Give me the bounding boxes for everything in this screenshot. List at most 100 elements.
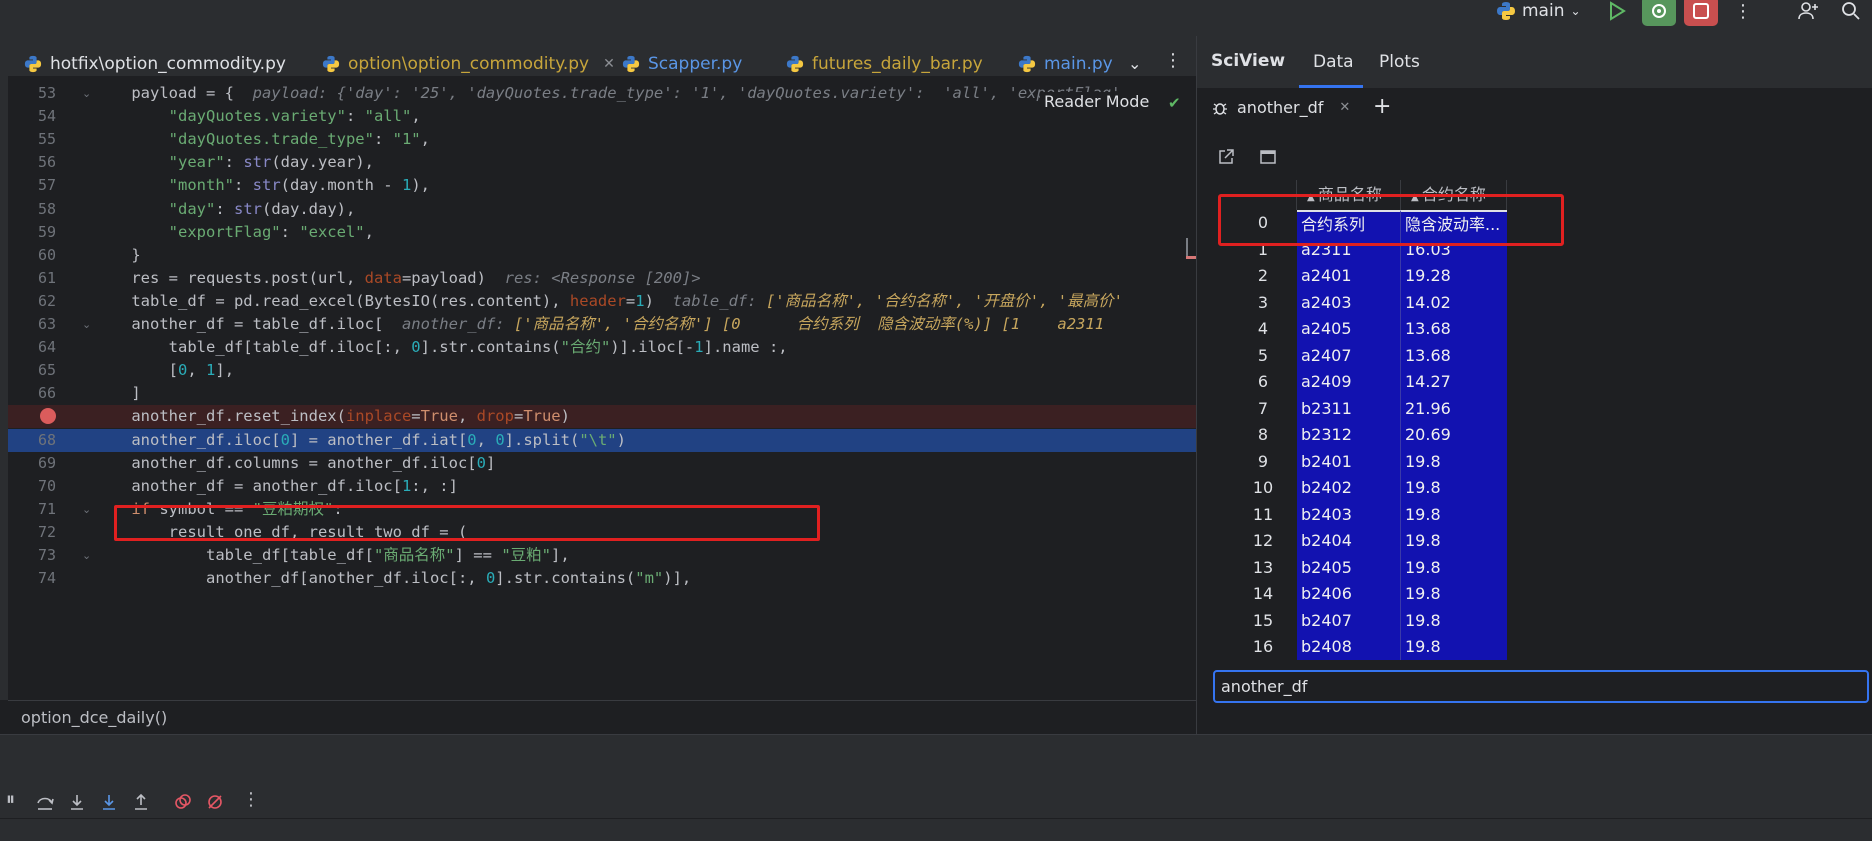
window-icon[interactable] — [1259, 148, 1277, 166]
fold-icon[interactable]: ⌄ — [82, 498, 91, 521]
cell-contract[interactable]: 13.68 — [1401, 316, 1507, 343]
cell-contract[interactable]: 19.8 — [1401, 581, 1507, 608]
table-row[interactable]: 16 b2408 19.8 — [1207, 634, 1507, 660]
code-line[interactable]: 61 res = requests.post(url, data=payload… — [8, 267, 1196, 290]
cell-commodity[interactable]: a2401 — [1297, 263, 1401, 290]
cell-commodity[interactable]: a2405 — [1297, 316, 1401, 343]
cell-contract[interactable]: 19.8 — [1401, 501, 1507, 528]
run-button[interactable] — [1600, 0, 1634, 26]
fold-icon[interactable]: ⌄ — [82, 82, 91, 105]
cell-contract[interactable]: 14.02 — [1401, 289, 1507, 316]
fold-icon[interactable]: ⌄ — [82, 544, 91, 567]
code-line[interactable]: 73 ⌄ table_df[table_df["商品名称"] == "豆粕"], — [8, 544, 1196, 567]
step-out-icon[interactable] — [132, 793, 150, 811]
table-row[interactable]: 10 b2402 19.8 — [1207, 475, 1507, 502]
close-tab-icon[interactable]: ✕ — [603, 56, 615, 72]
cell-commodity[interactable]: a2407 — [1297, 342, 1401, 369]
code-line[interactable]: 56 "year": str(day.year), — [8, 151, 1196, 174]
tab-data[interactable]: Data — [1313, 52, 1354, 72]
code-line[interactable]: 57 "month": str(day.month - 1), — [8, 174, 1196, 197]
table-row[interactable]: 4 a2405 13.68 — [1207, 316, 1507, 343]
chevron-down-icon[interactable]: ⌄ — [1128, 54, 1141, 73]
reader-mode-toggle[interactable]: Reader Mode — [1040, 92, 1154, 111]
tab-hotfix-option-commodity[interactable]: hotfix\option_commodity.py — [24, 50, 286, 78]
cell-commodity[interactable]: b2311 — [1297, 395, 1401, 422]
cell-contract[interactable]: 19.8 — [1401, 448, 1507, 475]
table-row[interactable]: 6 a2409 14.27 — [1207, 369, 1507, 396]
table-row[interactable]: 5 a2407 13.68 — [1207, 342, 1507, 369]
tab-plots[interactable]: Plots — [1379, 52, 1420, 72]
table-row[interactable]: 3 a2403 14.02 — [1207, 289, 1507, 316]
cell-commodity[interactable]: b2405 — [1297, 554, 1401, 581]
debug-button[interactable] — [1642, 0, 1676, 26]
code-line[interactable]: 69 another_df.columns = another_df.iloc[… — [8, 452, 1196, 475]
cell-contract[interactable]: 14.27 — [1401, 369, 1507, 396]
cell-commodity[interactable]: b2312 — [1297, 422, 1401, 449]
cell-commodity[interactable]: b2406 — [1297, 581, 1401, 608]
code-line[interactable]: 64 table_df[table_df.iloc[:, 0].str.cont… — [8, 336, 1196, 359]
view-breakpoints-icon[interactable] — [174, 793, 192, 811]
more-actions-icon[interactable]: ⋮ — [242, 789, 260, 810]
step-into-icon[interactable] — [68, 793, 86, 811]
table-row[interactable]: 12 b2404 19.8 — [1207, 528, 1507, 555]
cell-contract[interactable]: 13.68 — [1401, 342, 1507, 369]
more-tabs-button[interactable]: ⋮ — [1164, 50, 1182, 71]
tab-futures-daily-bar[interactable]: futures_daily_bar.py — [786, 50, 983, 78]
code-line[interactable]: another_df.reset_index(inplace=True, dro… — [8, 405, 1196, 429]
code-line[interactable]: 60 } — [8, 244, 1196, 267]
search-button[interactable] — [1834, 0, 1868, 26]
run-configuration-selector[interactable]: main ⌄ — [1496, 0, 1581, 22]
code-editor[interactable]: 53 ⌄ payload = { payload: {'day': '25', '… — [8, 76, 1196, 700]
code-line[interactable]: 70 another_df = another_df.iloc[1:, :] — [8, 475, 1196, 498]
add-icon[interactable]: + — [1373, 94, 1391, 119]
cell-contract[interactable]: 19.8 — [1401, 475, 1507, 502]
tab-scapper[interactable]: Scapper.py — [622, 50, 742, 78]
code-line[interactable]: 53 ⌄ payload = { payload: {'day': '25', '… — [8, 82, 1196, 105]
breadcrumb[interactable]: option_dce_daily() — [8, 700, 1196, 734]
cell-commodity[interactable]: b2401 — [1297, 448, 1401, 475]
table-row[interactable]: 13 b2405 19.8 — [1207, 554, 1507, 581]
code-line[interactable]: 74 another_df[another_df.iloc[:, 0].str.… — [8, 567, 1196, 590]
more-actions-button[interactable]: ⋮ — [1726, 0, 1760, 26]
code-line[interactable]: 59 "exportFlag": "excel", — [8, 221, 1196, 244]
cell-contract[interactable]: 19.8 — [1401, 528, 1507, 555]
dataframe-grid[interactable]: ▲ 商品名称 ▲ 合约名称 0 合约系列 隐含波动率... 1 a2311 16.03 2 a… — [1207, 180, 1507, 660]
cell-contract[interactable]: 21.96 — [1401, 395, 1507, 422]
table-row[interactable]: 8 b2312 20.69 — [1207, 422, 1507, 449]
open-external-icon[interactable] — [1217, 148, 1235, 166]
stop-button[interactable] — [1684, 0, 1718, 26]
code-line[interactable]: 66 ] — [8, 382, 1196, 405]
code-line[interactable]: 54 "dayQuotes.variety": "all", — [8, 105, 1196, 128]
pause-icon[interactable]: ⏸ — [6, 789, 15, 810]
dataframe-tab[interactable]: another_df ✕ — [1211, 98, 1350, 117]
step-over-icon[interactable] — [36, 793, 54, 811]
step-into-my-code-icon[interactable] — [100, 793, 118, 811]
code-line[interactable]: 58 "day": str(day.day), — [8, 198, 1196, 221]
table-row[interactable]: 15 b2407 19.8 — [1207, 607, 1507, 634]
cell-commodity[interactable]: b2408 — [1297, 634, 1401, 660]
code-line[interactable]: 65 [0, 1], — [8, 359, 1196, 382]
cell-contract[interactable]: 19.8 — [1401, 554, 1507, 581]
fold-icon[interactable]: ⌄ — [82, 313, 91, 336]
breakpoint-icon[interactable] — [40, 408, 56, 425]
cell-commodity[interactable]: b2404 — [1297, 528, 1401, 555]
table-row[interactable]: 7 b2311 21.96 — [1207, 395, 1507, 422]
cell-contract[interactable]: 19.8 — [1401, 607, 1507, 634]
cell-commodity[interactable]: b2402 — [1297, 475, 1401, 502]
table-row[interactable]: 2 a2401 19.28 — [1207, 263, 1507, 290]
cell-contract[interactable]: 19.28 — [1401, 263, 1507, 290]
code-line[interactable]: 62 table_df = pd.read_excel(BytesIO(res.… — [8, 290, 1196, 313]
cell-contract[interactable]: 19.8 — [1401, 634, 1507, 660]
cell-commodity[interactable]: a2409 — [1297, 369, 1401, 396]
code-line[interactable]: 63 ⌄ another_df = table_df.iloc[ another_… — [8, 313, 1196, 336]
mute-breakpoints-icon[interactable] — [206, 793, 224, 811]
cell-commodity[interactable]: b2407 — [1297, 607, 1401, 634]
table-row[interactable]: 9 b2401 19.8 — [1207, 448, 1507, 475]
expression-input[interactable]: another_df — [1213, 670, 1869, 703]
add-user-button[interactable] — [1792, 0, 1826, 26]
code-line[interactable]: 68 another_df.iloc[0] = another_df.iat[0… — [8, 428, 1196, 452]
cell-commodity[interactable]: b2403 — [1297, 501, 1401, 528]
tab-main[interactable]: main.py — [1018, 50, 1113, 78]
code-line[interactable]: 55 "dayQuotes.trade_type": "1", — [8, 128, 1196, 151]
cell-commodity[interactable]: a2403 — [1297, 289, 1401, 316]
